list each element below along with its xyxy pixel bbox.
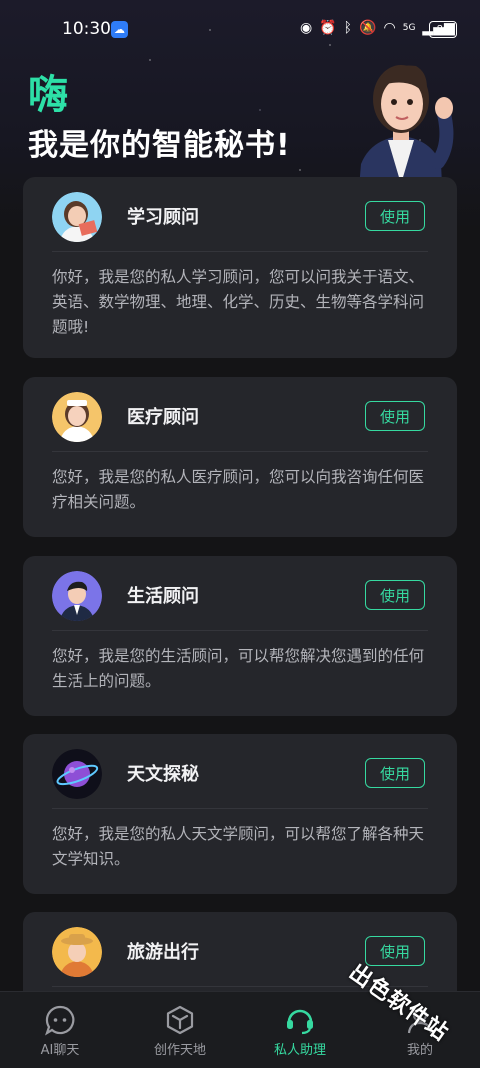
alarm-icon: ⏰ <box>319 20 337 36</box>
nurse-avatar-icon <box>52 392 102 442</box>
card-header: 天文探秘 使用 <box>23 734 457 808</box>
assistant-card-life: 生活顾问 使用 您好，我是您的生活顾问，可以帮您解决您遇到的任何生活上的问题。 <box>23 556 457 716</box>
assistant-description: 您好，我是您的私人天文学顾问，可以帮您了解各种天文学知识。 <box>52 825 425 868</box>
tab-label: AI聊天 <box>40 1043 80 1058</box>
use-button-travel[interactable]: 使用 <box>365 936 425 966</box>
student-avatar-icon <box>52 192 102 242</box>
status-bar: 10:30 ☁ ◉ ⏰ ᛒ 🔕 ◠ 5G ▂▄▆ 80 <box>0 14 480 44</box>
card-header: 学习顾问 使用 <box>23 177 457 251</box>
assistant-name: 学习顾问 <box>127 207 199 228</box>
card-divider <box>52 251 428 252</box>
use-button-astronomy[interactable]: 使用 <box>365 758 425 788</box>
tab-creation[interactable]: 创作天地 <box>120 992 240 1068</box>
chat-bubble-icon <box>45 1005 75 1036</box>
greeting-hi: 嗨 <box>28 72 69 118</box>
mute-icon: 🔕 <box>359 20 377 36</box>
card-header: 医疗顾问 使用 <box>23 377 457 451</box>
card-header: 生活顾问 使用 <box>23 556 457 630</box>
use-button-study[interactable]: 使用 <box>365 201 425 231</box>
tab-label: 我的 <box>406 1043 433 1058</box>
assistant-description: 您好，我是您的生活顾问，可以帮您解决您遇到的任何生活上的问题。 <box>52 647 425 690</box>
tab-personal-assistant[interactable]: 私人助理 <box>240 992 360 1068</box>
assistant-card-medical: 医疗顾问 使用 您好，我是您的私人医疗顾问，您可以向我咨询任何医疗相关问题。 <box>23 377 457 537</box>
use-button-life[interactable]: 使用 <box>365 580 425 610</box>
man-avatar-icon <box>52 571 102 621</box>
eye-icon: ◉ <box>300 20 313 36</box>
bluetooth-icon: ᛒ <box>343 20 353 36</box>
tab-label: 私人助理 <box>273 1043 326 1058</box>
battery-icon: 80 <box>429 21 457 38</box>
assistant-description: 你好，我是您的私人学习顾问，您可以问我关于语文、英语、数学物理、地理、化学、历史… <box>52 268 425 336</box>
use-button-medical[interactable]: 使用 <box>365 401 425 431</box>
card-divider <box>52 630 428 631</box>
tab-ai-chat[interactable]: AI聊天 <box>0 992 120 1068</box>
cube-icon <box>166 1005 194 1035</box>
card-header: 旅游出行 使用 <box>23 912 457 986</box>
card-divider <box>52 808 428 809</box>
headset-icon <box>287 1009 313 1035</box>
tab-label: 创作天地 <box>153 1043 206 1058</box>
wifi-icon: ◠ <box>383 20 396 36</box>
assistant-name: 天文探秘 <box>127 764 199 785</box>
greeting-title: 我是你的智能秘书! <box>28 128 291 163</box>
assistant-name: 旅游出行 <box>127 942 199 963</box>
assistant-card-study: 学习顾问 使用 你好，我是您的私人学习顾问，您可以问我关于语文、英语、数学物理、… <box>23 177 457 358</box>
assistant-name: 医疗顾问 <box>127 407 199 428</box>
assistant-card-astronomy: 天文探秘 使用 您好，我是您的私人天文学顾问，可以帮您了解各种天文学知识。 <box>23 734 457 894</box>
assistant-name: 生活顾问 <box>127 586 199 607</box>
weather-app-icon: ☁ <box>111 21 128 38</box>
network-label: 5G <box>402 23 416 33</box>
assistant-description: 您好，我是您的私人医疗顾问，您可以向我咨询任何医疗相关问题。 <box>52 468 425 511</box>
traveler-avatar-icon <box>52 927 102 977</box>
planet-icon <box>52 749 102 799</box>
card-divider <box>52 451 428 452</box>
status-time: 10:30 <box>62 19 111 39</box>
